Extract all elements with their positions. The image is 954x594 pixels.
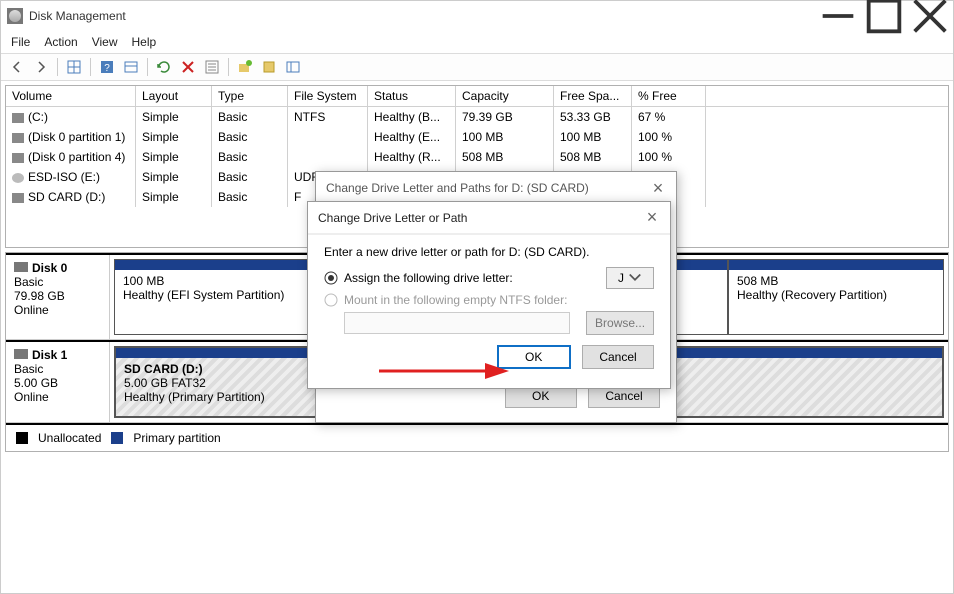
partition-status: Healthy (Recovery Partition) (737, 288, 935, 302)
col-capacity[interactable]: Capacity (456, 86, 554, 107)
swatch-unallocated (16, 432, 28, 444)
table-row[interactable]: (Disk 0 partition 4)SimpleBasicHealthy (… (6, 147, 948, 167)
toolbar-separator (147, 58, 148, 76)
disk-type: Basic (14, 275, 101, 289)
list-icon[interactable] (283, 57, 303, 77)
disk-name: Disk 1 (32, 348, 67, 362)
col-layout[interactable]: Layout (136, 86, 212, 107)
swatch-primary (111, 432, 123, 444)
col-extra (706, 86, 948, 107)
view-icon[interactable] (121, 57, 141, 77)
cancel-button[interactable]: Cancel (582, 345, 654, 369)
browse-button[interactable]: Browse... (586, 311, 654, 335)
help-icon[interactable]: ? (97, 57, 117, 77)
partition[interactable]: 508 MB Healthy (Recovery Partition) (728, 259, 944, 335)
menubar: File Action View Help (1, 31, 953, 53)
volume-icon (12, 113, 24, 123)
col-freespace[interactable]: Free Spa... (554, 86, 632, 107)
legend-unallocated: Unallocated (38, 431, 101, 445)
col-pctfree[interactable]: % Free (632, 86, 706, 107)
dialog-instruction: Enter a new drive letter or path for D: … (324, 245, 654, 259)
disk-type: Basic (14, 362, 101, 376)
attach-icon[interactable] (259, 57, 279, 77)
toolbar-separator (57, 58, 58, 76)
disk-icon (14, 262, 28, 272)
close-button[interactable] (907, 1, 953, 31)
volume-header: Volume Layout Type File System Status Ca… (6, 86, 948, 107)
disk-size: 5.00 GB (14, 376, 101, 390)
volume-icon (12, 133, 24, 143)
radio-label: Assign the following drive letter: (344, 271, 513, 285)
radio-mount-folder[interactable]: Mount in the following empty NTFS folder… (324, 293, 654, 307)
col-status[interactable]: Status (368, 86, 456, 107)
app-icon (7, 8, 23, 24)
annotation-arrow (375, 358, 515, 387)
delete-icon[interactable] (178, 57, 198, 77)
back-icon[interactable] (7, 57, 27, 77)
disk-info-1: Disk 1 Basic 5.00 GB Online (6, 342, 110, 422)
close-icon[interactable]: × (644, 207, 660, 228)
table-row[interactable]: (Disk 0 partition 1)SimpleBasicHealthy (… (6, 127, 948, 147)
grid-icon[interactable] (64, 57, 84, 77)
forward-icon[interactable] (31, 57, 51, 77)
disk-state: Online (14, 390, 101, 404)
drive-letter-value: J (618, 271, 624, 285)
menu-help[interactable]: Help (132, 35, 157, 49)
dialog-title: Change Drive Letter or Path (318, 211, 644, 225)
disk-size: 79.98 GB (14, 289, 101, 303)
refresh-icon[interactable] (154, 57, 174, 77)
drive-letter-select[interactable]: J (606, 267, 654, 289)
disk-state: Online (14, 303, 101, 317)
partition-size: 100 MB (123, 274, 301, 288)
volume-icon (12, 153, 24, 163)
close-icon[interactable]: × (650, 178, 666, 199)
radio-unselected-icon (324, 293, 338, 307)
volume-icon (12, 193, 24, 203)
chevron-down-icon (628, 271, 642, 285)
legend: Unallocated Primary partition (6, 425, 948, 451)
volume-icon (12, 173, 24, 183)
col-volume[interactable]: Volume (6, 86, 136, 107)
partition[interactable]: 100 MB Healthy (EFI System Partition) (114, 259, 310, 335)
col-filesystem[interactable]: File System (288, 86, 368, 107)
partition-color-bar (729, 260, 943, 270)
toolbar-separator (90, 58, 91, 76)
table-row[interactable]: (C:)SimpleBasicNTFSHealthy (B...79.39 GB… (6, 107, 948, 127)
partition-color-bar (115, 260, 309, 270)
menu-action[interactable]: Action (44, 35, 77, 49)
titlebar: Disk Management (1, 1, 953, 31)
menu-view[interactable]: View (92, 35, 118, 49)
folder-path-input[interactable] (344, 312, 570, 334)
svg-text:?: ? (104, 63, 110, 74)
disk-name: Disk 0 (32, 261, 67, 275)
toolbar: ? (1, 53, 953, 81)
disk-info-0: Disk 0 Basic 79.98 GB Online (6, 255, 110, 339)
radio-label: Mount in the following empty NTFS folder… (344, 293, 567, 307)
properties-icon[interactable] (202, 57, 222, 77)
radio-selected-icon (324, 271, 338, 285)
new-folder-icon[interactable] (235, 57, 255, 77)
menu-file[interactable]: File (11, 35, 30, 49)
dialog-title: Change Drive Letter and Paths for D: (SD… (326, 181, 650, 195)
partition-status: Healthy (EFI System Partition) (123, 288, 301, 302)
legend-primary: Primary partition (133, 431, 220, 445)
col-type[interactable]: Type (212, 86, 288, 107)
toolbar-separator (228, 58, 229, 76)
maximize-button[interactable] (861, 1, 907, 31)
disk-icon (14, 349, 28, 359)
window-title: Disk Management (29, 9, 815, 23)
partition-size: 508 MB (737, 274, 935, 288)
radio-assign-letter[interactable]: Assign the following drive letter: J (324, 267, 654, 289)
minimize-button[interactable] (815, 1, 861, 31)
